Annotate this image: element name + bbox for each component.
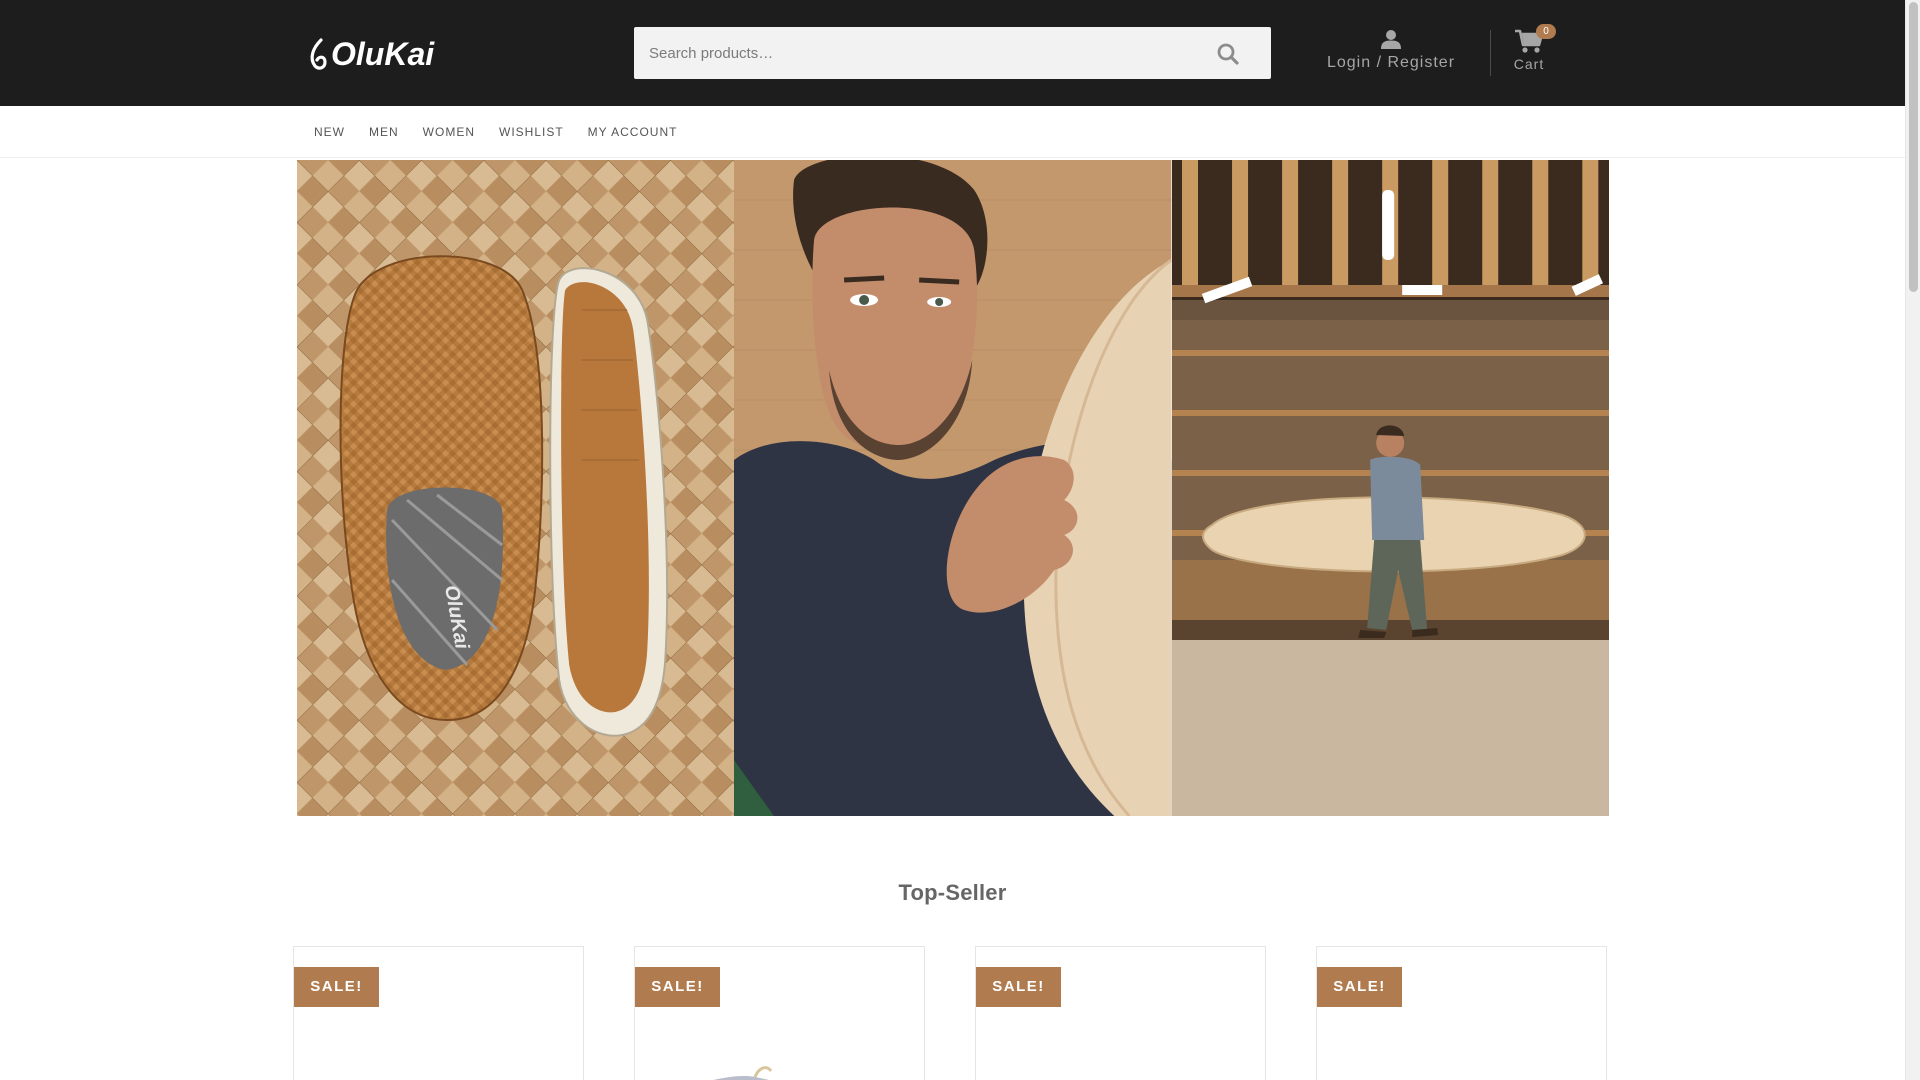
hero-image-man-closeup	[734, 160, 1172, 816]
nav-item-new[interactable]: NEW	[314, 125, 345, 139]
sale-badge: SALE!	[1317, 967, 1402, 1007]
scrollbar-thumb[interactable]	[1909, 2, 1918, 292]
search-input[interactable]	[634, 27, 1194, 79]
product-card[interactable]: SALE!	[975, 946, 1266, 1080]
login-register-link[interactable]: Login / Register	[1318, 28, 1464, 78]
cart-count-badge: 0	[1536, 24, 1556, 39]
nav-item-men[interactable]: MEN	[369, 125, 399, 139]
product-card[interactable]: SALE!	[634, 946, 925, 1080]
nav-item-women[interactable]: WOMEN	[423, 125, 475, 139]
hero-image-workshop	[1171, 160, 1609, 816]
product-thumbnail[interactable]	[675, 1047, 805, 1080]
sale-badge: SALE!	[976, 967, 1061, 1007]
user-icon	[1380, 28, 1402, 50]
section-title-top-seller: Top-Seller	[898, 880, 1007, 905]
main-navigation: NEW MEN WOMEN WISHLIST MY ACCOUNT	[0, 106, 1905, 158]
hero-image-shoes: OluKai	[297, 160, 735, 816]
login-register-label: Login / Register	[1326, 54, 1456, 71]
logo-wordmark: OluKai	[331, 36, 435, 72]
header-divider	[1490, 30, 1491, 76]
page: OluKai Login / Register	[0, 0, 1905, 1080]
sale-badge: SALE!	[635, 967, 720, 1007]
hero-banner[interactable]: OluKai	[297, 160, 1609, 816]
search-icon[interactable]	[1215, 41, 1241, 67]
olukai-logo[interactable]: OluKai	[307, 34, 457, 74]
cart-label: Cart	[1513, 56, 1545, 72]
site-header: OluKai Login / Register	[0, 0, 1905, 106]
product-card[interactable]: SALE!	[1316, 946, 1607, 1080]
cart-link[interactable]: 0 Cart	[1506, 24, 1566, 78]
page-scrollbar[interactable]	[1905, 0, 1920, 1080]
search-box	[634, 27, 1271, 79]
product-card[interactable]: SALE!	[293, 946, 584, 1080]
nav-item-wishlist[interactable]: WISHLIST	[499, 125, 564, 139]
nav-item-my-account[interactable]: MY ACCOUNT	[588, 125, 678, 139]
sale-badge: SALE!	[294, 967, 379, 1007]
